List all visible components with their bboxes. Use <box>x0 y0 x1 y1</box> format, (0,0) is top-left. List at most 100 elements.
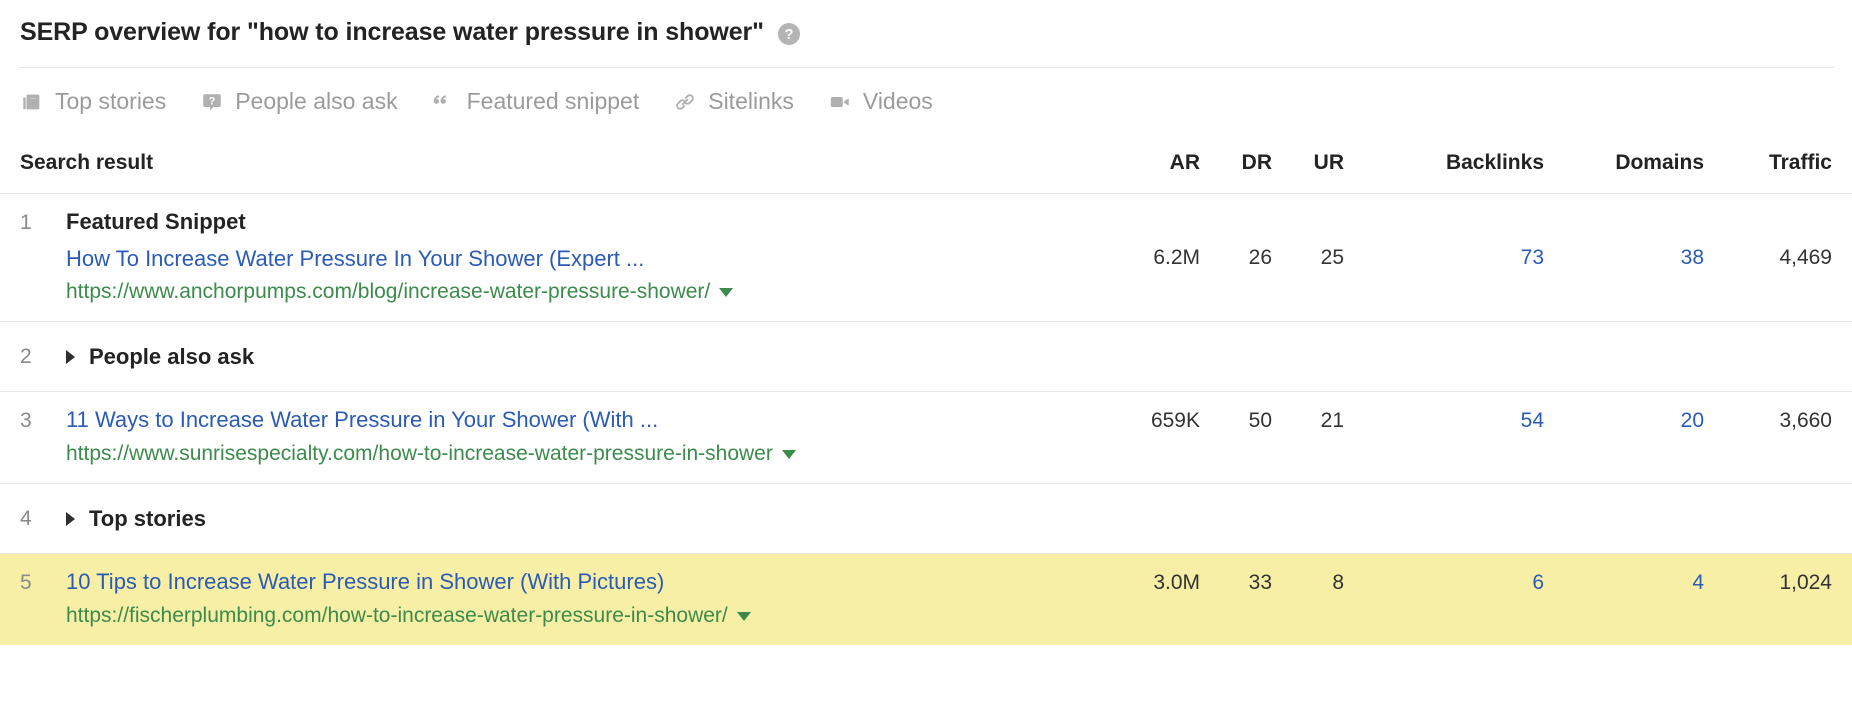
domains-link[interactable]: 38 <box>1544 194 1704 270</box>
serp-feature-top-stories[interactable]: Top stories <box>20 88 166 115</box>
metric-value <box>1088 322 1200 339</box>
result-rank: 3 <box>20 406 66 433</box>
table-row: 3 11 Ways to Increase Water Pressure in … <box>0 392 1852 484</box>
metric-ur <box>1272 484 1344 554</box>
result-url-link[interactable]: https://www.sunrisespecialty.com/how-to-… <box>66 440 773 467</box>
column-header-ar[interactable]: AR <box>1088 137 1200 194</box>
metric-value <box>1200 322 1272 339</box>
chevron-right-icon[interactable] <box>66 350 75 364</box>
column-header-traffic[interactable]: Traffic <box>1704 137 1852 194</box>
quote-icon <box>432 90 456 114</box>
domains-link[interactable]: 4 <box>1544 554 1704 595</box>
metric-value <box>1200 484 1272 501</box>
chevron-down-icon[interactable] <box>782 450 796 459</box>
metric-value: 33 <box>1200 554 1272 595</box>
metric-value: 21 <box>1272 392 1344 433</box>
serp-feature-row-cell: 2 People also ask <box>0 322 1088 392</box>
metric-ar <box>1088 322 1200 392</box>
page-title: SERP overview for "how to increase water… <box>20 18 764 47</box>
result-title-link[interactable]: 11 Ways to Increase Water Pressure in Yo… <box>66 406 1088 435</box>
serp-features-bar: Top stories ? People also ask Featured s… <box>0 68 1852 137</box>
metric-dr <box>1200 322 1272 392</box>
metric-value <box>1272 322 1344 339</box>
result-rank: 2 <box>20 342 66 369</box>
serp-feature-row-label[interactable]: Top stories <box>89 506 206 532</box>
link-icon <box>673 90 697 114</box>
metric-traffic <box>1704 484 1852 554</box>
result-title-link[interactable]: 10 Tips to Increase Water Pressure in Sh… <box>66 568 1088 597</box>
column-header-domains[interactable]: Domains <box>1544 137 1704 194</box>
serp-feature-sitelinks[interactable]: Sitelinks <box>673 88 794 115</box>
table-row: 1 Featured Snippet How To Increase Water… <box>0 194 1852 322</box>
table-row: 5 10 Tips to Increase Water Pressure in … <box>0 554 1852 645</box>
domains-link[interactable]: 20 <box>1544 392 1704 433</box>
metric-ur: 8 <box>1272 554 1344 645</box>
metric-backlinks: 54 <box>1344 392 1544 484</box>
metric-value <box>1544 322 1704 339</box>
video-camera-icon <box>828 90 852 114</box>
metric-dr: 26 <box>1200 194 1272 322</box>
metric-value <box>1088 484 1200 501</box>
serp-feature-row-label[interactable]: People also ask <box>89 344 254 370</box>
chevron-down-icon[interactable] <box>737 612 751 621</box>
metric-ur: 25 <box>1272 194 1344 322</box>
metric-domains: 38 <box>1544 194 1704 322</box>
metric-value: 50 <box>1200 392 1272 433</box>
result-url-link[interactable]: https://fischerplumbing.com/how-to-incre… <box>66 602 728 629</box>
metric-value: 26 <box>1200 194 1272 270</box>
serp-feature-featured-snippet[interactable]: Featured snippet <box>432 88 640 115</box>
backlinks-link[interactable]: 73 <box>1344 194 1544 270</box>
metric-ar: 6.2M <box>1088 194 1200 322</box>
result-cell: 3 11 Ways to Increase Water Pressure in … <box>0 392 1088 484</box>
question-bubble-icon: ? <box>200 90 224 114</box>
result-title-link[interactable]: How To Increase Water Pressure In Your S… <box>66 245 1088 274</box>
serp-feature-people-also-ask[interactable]: ? People also ask <box>200 88 397 115</box>
metric-domains: 20 <box>1544 392 1704 484</box>
table-row: 2 People also ask <box>0 322 1852 392</box>
table-header-row: Search result AR DR UR Backlinks Domains… <box>0 137 1852 194</box>
metric-domains: 4 <box>1544 554 1704 645</box>
metric-value: 3,660 <box>1704 392 1832 433</box>
metric-value: 6.2M <box>1088 194 1200 270</box>
result-rank: 1 <box>20 208 66 235</box>
metric-ur <box>1272 322 1344 392</box>
metric-backlinks <box>1344 322 1544 392</box>
metric-dr: 50 <box>1200 392 1272 484</box>
column-header-dr[interactable]: DR <box>1200 137 1272 194</box>
column-header-backlinks[interactable]: Backlinks <box>1344 137 1544 194</box>
column-header-search-result[interactable]: Search result <box>0 137 1088 194</box>
result-url-link[interactable]: https://www.anchorpumps.com/blog/increas… <box>66 278 710 305</box>
metric-ar <box>1088 484 1200 554</box>
chevron-right-icon[interactable] <box>66 512 75 526</box>
help-circle-icon[interactable]: ? <box>778 23 800 45</box>
result-cell: 5 10 Tips to Increase Water Pressure in … <box>0 554 1088 645</box>
metric-backlinks: 73 <box>1344 194 1544 322</box>
metric-value: 4,469 <box>1704 194 1832 270</box>
metric-traffic: 4,469 <box>1704 194 1852 322</box>
metric-traffic: 3,660 <box>1704 392 1852 484</box>
metric-value <box>1344 322 1544 339</box>
metric-ur: 21 <box>1272 392 1344 484</box>
serp-feature-label: Top stories <box>55 88 166 115</box>
metric-value <box>1344 484 1544 501</box>
chevron-down-icon[interactable] <box>719 288 733 297</box>
metric-ar: 659K <box>1088 392 1200 484</box>
newspaper-icon <box>20 90 44 114</box>
backlinks-link[interactable]: 6 <box>1344 554 1544 595</box>
metric-value: 3.0M <box>1088 554 1200 595</box>
serp-feature-label: Videos <box>863 88 933 115</box>
serp-overview-header: SERP overview for "how to increase water… <box>0 0 1852 67</box>
serp-feature-label: Featured snippet <box>467 88 640 115</box>
table-row: 4 Top stories <box>0 484 1852 554</box>
metric-value: 659K <box>1088 392 1200 433</box>
featured-snippet-label: Featured Snippet <box>66 208 1088 236</box>
result-rank: 4 <box>20 504 66 531</box>
serp-results-table: Search result AR DR UR Backlinks Domains… <box>0 137 1852 645</box>
metric-backlinks: 6 <box>1344 554 1544 645</box>
serp-feature-label: People also ask <box>235 88 397 115</box>
result-rank: 5 <box>20 568 66 595</box>
column-header-ur[interactable]: UR <box>1272 137 1344 194</box>
serp-feature-videos[interactable]: Videos <box>828 88 933 115</box>
backlinks-link[interactable]: 54 <box>1344 392 1544 433</box>
metric-ar: 3.0M <box>1088 554 1200 645</box>
